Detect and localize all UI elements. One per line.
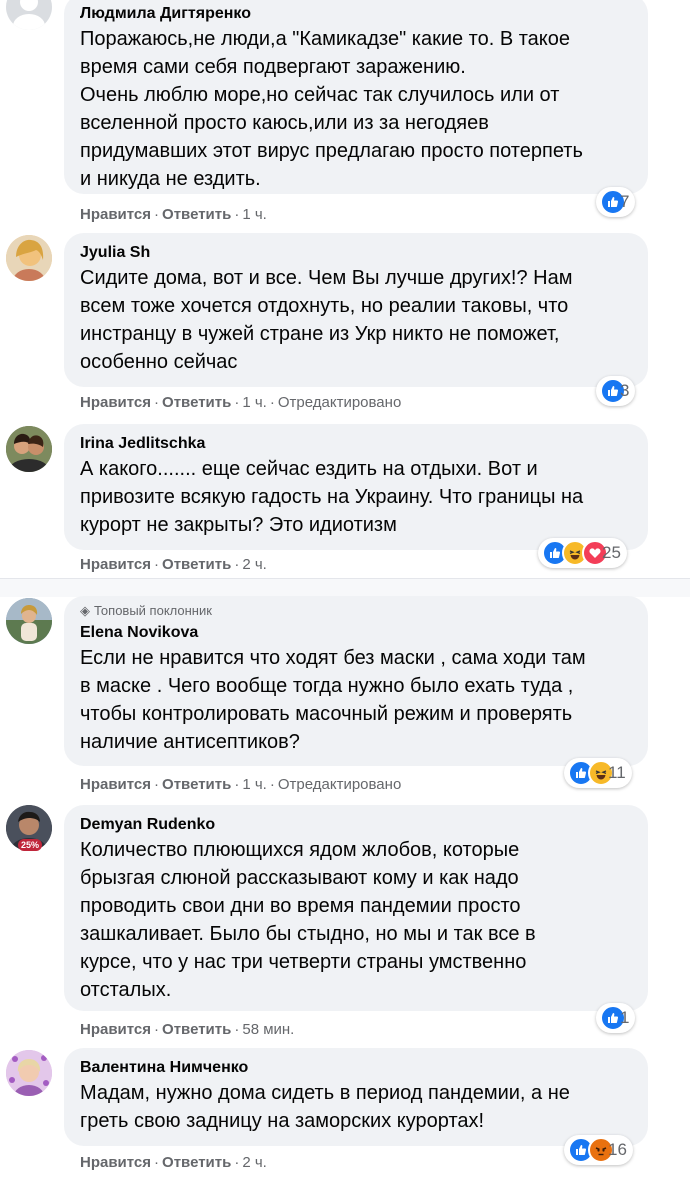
avatar[interactable] bbox=[6, 0, 52, 30]
comment-author[interactable]: Людмила Дигтяренко bbox=[80, 3, 632, 25]
avatar[interactable] bbox=[6, 426, 52, 472]
comment-author[interactable]: Irina Jedlitschka bbox=[80, 433, 632, 455]
avatar[interactable] bbox=[6, 1050, 52, 1096]
reaction-summary[interactable]: 1 bbox=[596, 1003, 636, 1033]
comment-time[interactable]: 2 ч. bbox=[242, 1154, 267, 1171]
reaction-count: 16 bbox=[608, 1140, 627, 1159]
comment-author[interactable]: Demyan Rudenko bbox=[80, 814, 632, 836]
like-button[interactable]: Нравится bbox=[80, 206, 151, 223]
comment-text: Количество плюющихся ядом жлобов, которы… bbox=[80, 839, 536, 1001]
comment-bubble: Demyan Rudenko Количество плюющихся ядом… bbox=[64, 805, 648, 1011]
comment-time[interactable]: 1 ч. bbox=[242, 206, 267, 223]
comment-time[interactable]: 2 ч. bbox=[242, 556, 267, 573]
edited-label[interactable]: Отредактировано bbox=[278, 776, 401, 793]
like-button[interactable]: Нравится bbox=[80, 394, 151, 411]
comment-bubble: ◈ Топовый поклонник Elena Novikova Если н… bbox=[64, 596, 648, 766]
reaction-summary[interactable]: 11 bbox=[564, 758, 632, 788]
top-fan-badge[interactable]: ◈ Топовый поклонник bbox=[80, 602, 632, 620]
comment-text: Сидите дома, вот и все. Чем Вы лучше дру… bbox=[80, 267, 573, 373]
reaction-count: 1 bbox=[620, 1008, 630, 1027]
reply-button[interactable]: Ответить bbox=[162, 1154, 231, 1171]
like-button[interactable]: Нравится bbox=[80, 556, 151, 573]
reaction-count: 3 bbox=[620, 381, 630, 400]
screenshot-divider bbox=[0, 578, 690, 597]
comment-author[interactable]: Jyulia Sh bbox=[80, 242, 632, 264]
comment-text: Если не нравится что ходят без маски , с… bbox=[80, 647, 586, 753]
avatar-progress-badge: 25% bbox=[18, 839, 43, 851]
reply-button[interactable]: Ответить bbox=[162, 1021, 231, 1038]
comment-text: А какого....... еще сейчас ездить на отд… bbox=[80, 458, 584, 536]
reaction-summary[interactable]: 7 bbox=[596, 187, 636, 217]
comment-actions: Нравится · Ответить · 1 ч. bbox=[80, 206, 267, 223]
reaction-count: 7 bbox=[620, 192, 630, 211]
reaction-count: 11 bbox=[608, 763, 626, 782]
comment-text: Мадам, нужно дома сидеть в период пандем… bbox=[80, 1082, 570, 1132]
comment-actions: Нравится · Ответить · 2 ч. bbox=[80, 556, 267, 573]
reaction-count: 25 bbox=[602, 543, 621, 562]
comment-actions: Нравится · Ответить · 1 ч. · Отредактировано bbox=[80, 776, 402, 793]
like-button[interactable]: Нравится bbox=[80, 1154, 151, 1171]
like-button[interactable]: Нравится bbox=[80, 1021, 151, 1038]
comment-time[interactable]: 1 ч. bbox=[242, 776, 267, 793]
reply-button[interactable]: Ответить bbox=[162, 394, 231, 411]
comment-bubble: Irina Jedlitschka А какого....... еще се… bbox=[64, 424, 648, 550]
comment-actions: Нравится · Ответить · 1 ч. · Отредактировано bbox=[80, 394, 402, 411]
comment-bubble: Jyulia Sh Сидите дома, вот и все. Чем Вы… bbox=[64, 233, 648, 387]
reply-button[interactable]: Ответить bbox=[162, 556, 231, 573]
reaction-summary[interactable]: 3 bbox=[596, 376, 636, 406]
avatar[interactable] bbox=[6, 598, 52, 644]
comment-actions: Нравится · Ответить · 58 мин. bbox=[80, 1021, 295, 1038]
reply-button[interactable]: Ответить bbox=[162, 206, 231, 223]
edited-label[interactable]: Отредактировано bbox=[278, 394, 401, 411]
avatar[interactable] bbox=[6, 235, 52, 281]
like-button[interactable]: Нравится bbox=[80, 776, 151, 793]
avatar[interactable]: 25% bbox=[6, 805, 52, 851]
reply-button[interactable]: Ответить bbox=[162, 776, 231, 793]
comment-text: Поражаюсь,не люди,а "Камикадзе" какие то… bbox=[80, 28, 583, 190]
comment-author[interactable]: Валентина Нимченко bbox=[80, 1057, 632, 1079]
comment-time[interactable]: 1 ч. bbox=[242, 394, 267, 411]
comment-bubble: Людмила Дигтяренко Поражаюсь,не люди,а "… bbox=[64, 0, 648, 194]
comment-bubble: Валентина Нимченко Мадам, нужно дома сид… bbox=[64, 1048, 648, 1146]
comment-time[interactable]: 58 мин. bbox=[242, 1021, 294, 1038]
diamond-icon: ◈ bbox=[80, 603, 90, 618]
comment-actions: Нравится · Ответить · 2 ч. bbox=[80, 1154, 267, 1171]
reaction-summary[interactable]: 16 bbox=[564, 1135, 633, 1165]
comment-author[interactable]: Elena Novikova bbox=[80, 622, 632, 644]
reaction-summary[interactable]: 25 bbox=[538, 538, 627, 568]
